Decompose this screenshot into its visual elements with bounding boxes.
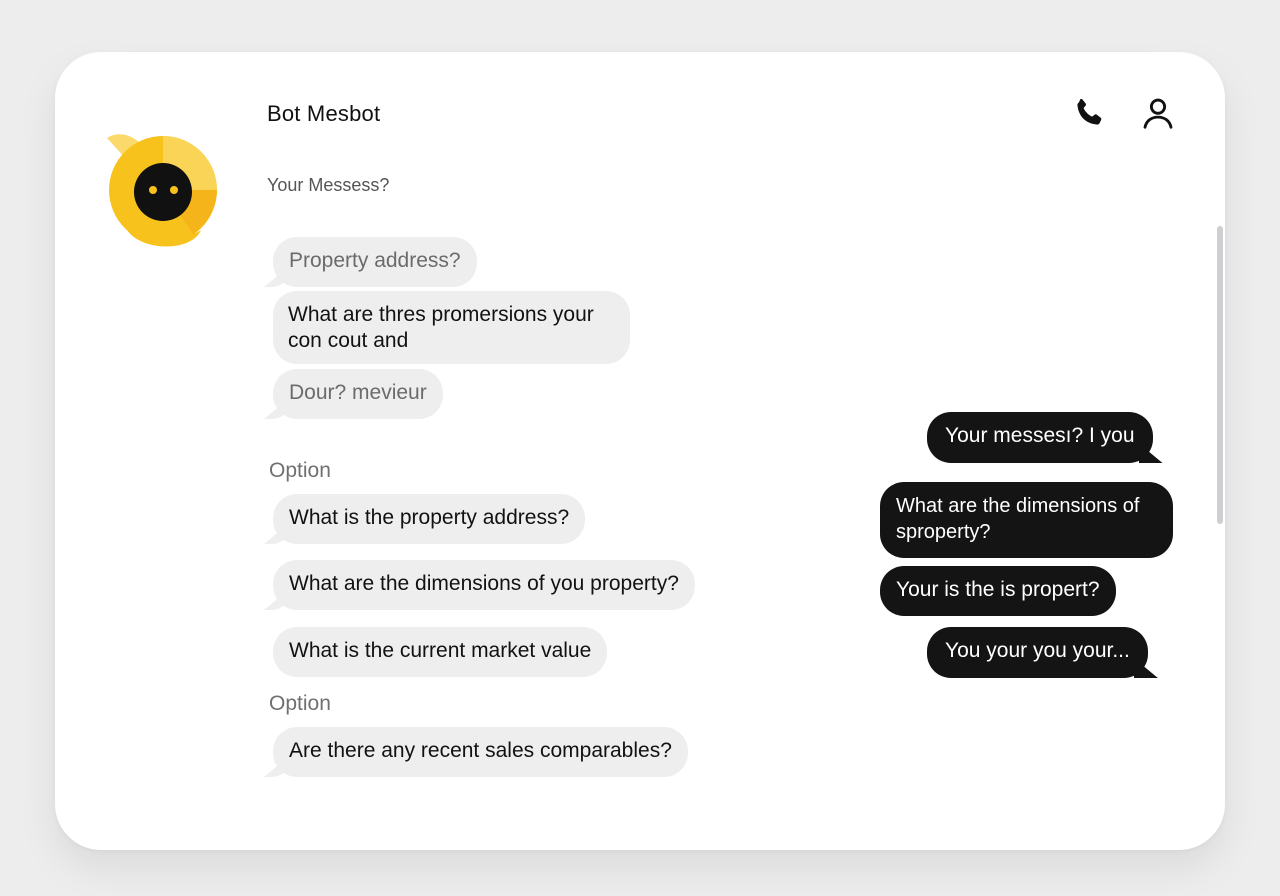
chat-subtitle: Your Messess? xyxy=(267,175,390,195)
user-icon[interactable] xyxy=(1139,94,1177,132)
user-message: You your you your... xyxy=(927,627,1148,678)
user-message: Your is the is propert? xyxy=(880,566,1116,616)
scrollbar[interactable] xyxy=(1217,226,1223,524)
option-chip[interactable]: What is the current market value xyxy=(273,627,608,677)
options-label: Option xyxy=(269,459,331,482)
option-chip[interactable]: What is the property address? xyxy=(273,494,586,544)
option-chip[interactable]: Are there any recent sales comparables? xyxy=(273,727,688,777)
bot-face-icon xyxy=(107,134,217,247)
user-message: What are the dimensions of sproperty? xyxy=(880,482,1173,558)
bot-message: Property address? xyxy=(273,237,477,287)
chat-title: Bot Mesbot xyxy=(267,101,381,126)
bot-message: Dour? mevieur xyxy=(273,369,443,419)
phone-icon[interactable] xyxy=(1070,94,1108,132)
bot-message: What are thres promersions your con cout… xyxy=(273,291,630,364)
option-chip[interactable]: What are the dimensions of you property? xyxy=(273,560,695,610)
user-message: Your messesı? I you xyxy=(927,412,1153,463)
options-label: Option xyxy=(269,692,331,715)
bot-avatar xyxy=(97,130,221,250)
